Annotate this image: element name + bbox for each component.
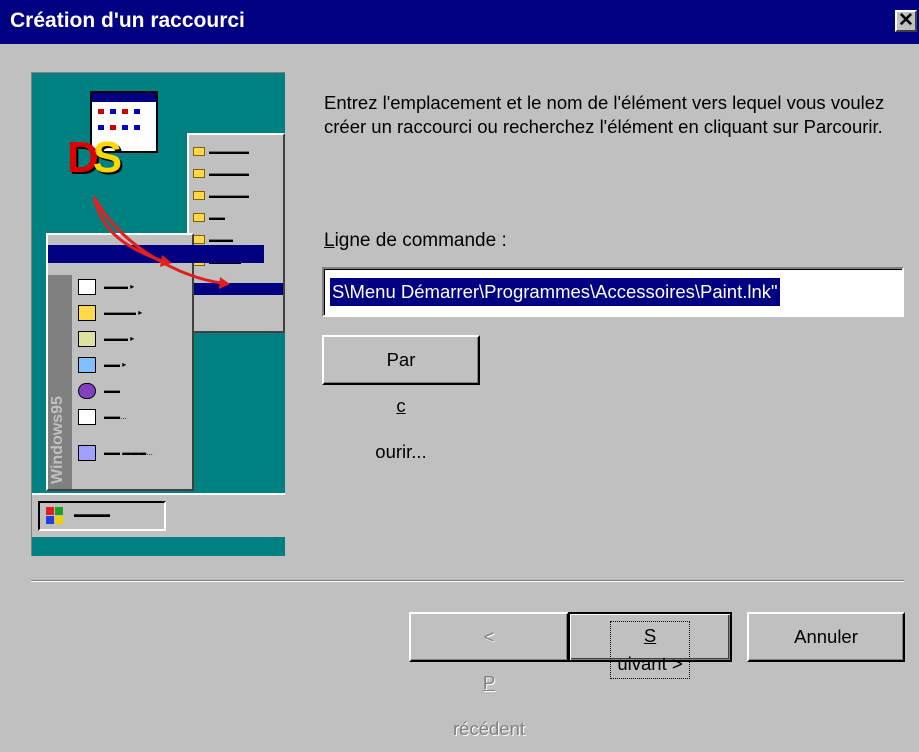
command-line-label: Ligne de commande :	[324, 230, 507, 251]
instruction-text: Entrez l'emplacement et le nom de l'élém…	[324, 92, 885, 137]
taskbar-illustration: ▬▬▬▬	[32, 493, 285, 537]
divider	[31, 580, 904, 582]
next-button[interactable]: Suivant >	[568, 612, 732, 679]
close-icon: ✕	[898, 10, 914, 31]
previous-button[interactable]: < Précédent	[409, 612, 569, 739]
browse-button[interactable]: Par c ourir...	[322, 335, 480, 462]
window-title: Création d'un raccourci	[10, 9, 245, 32]
windows-flag-icon	[46, 507, 64, 525]
command-line-input[interactable]: S\Menu Démarrer\Programmes\Accessoires\P…	[322, 267, 904, 317]
arrow-illustration	[92, 196, 230, 289]
start-button-illustration: ▬▬▬▬	[38, 501, 166, 531]
close-button[interactable]: ✕	[895, 10, 917, 32]
wizard-illustration: DS ▬▬▬▬▬ ▬▬▬▬▬ ▬▬▬▬▬ ▬▬ ▬▬▬ ▬▬▬▬ Windows…	[31, 72, 285, 556]
cancel-button[interactable]: Annuler	[747, 612, 905, 662]
title-bar: Création d'un raccourci ✕	[0, 0, 919, 44]
command-line-value: S\Menu Démarrer\Programmes\Accessoires\P…	[330, 278, 780, 306]
